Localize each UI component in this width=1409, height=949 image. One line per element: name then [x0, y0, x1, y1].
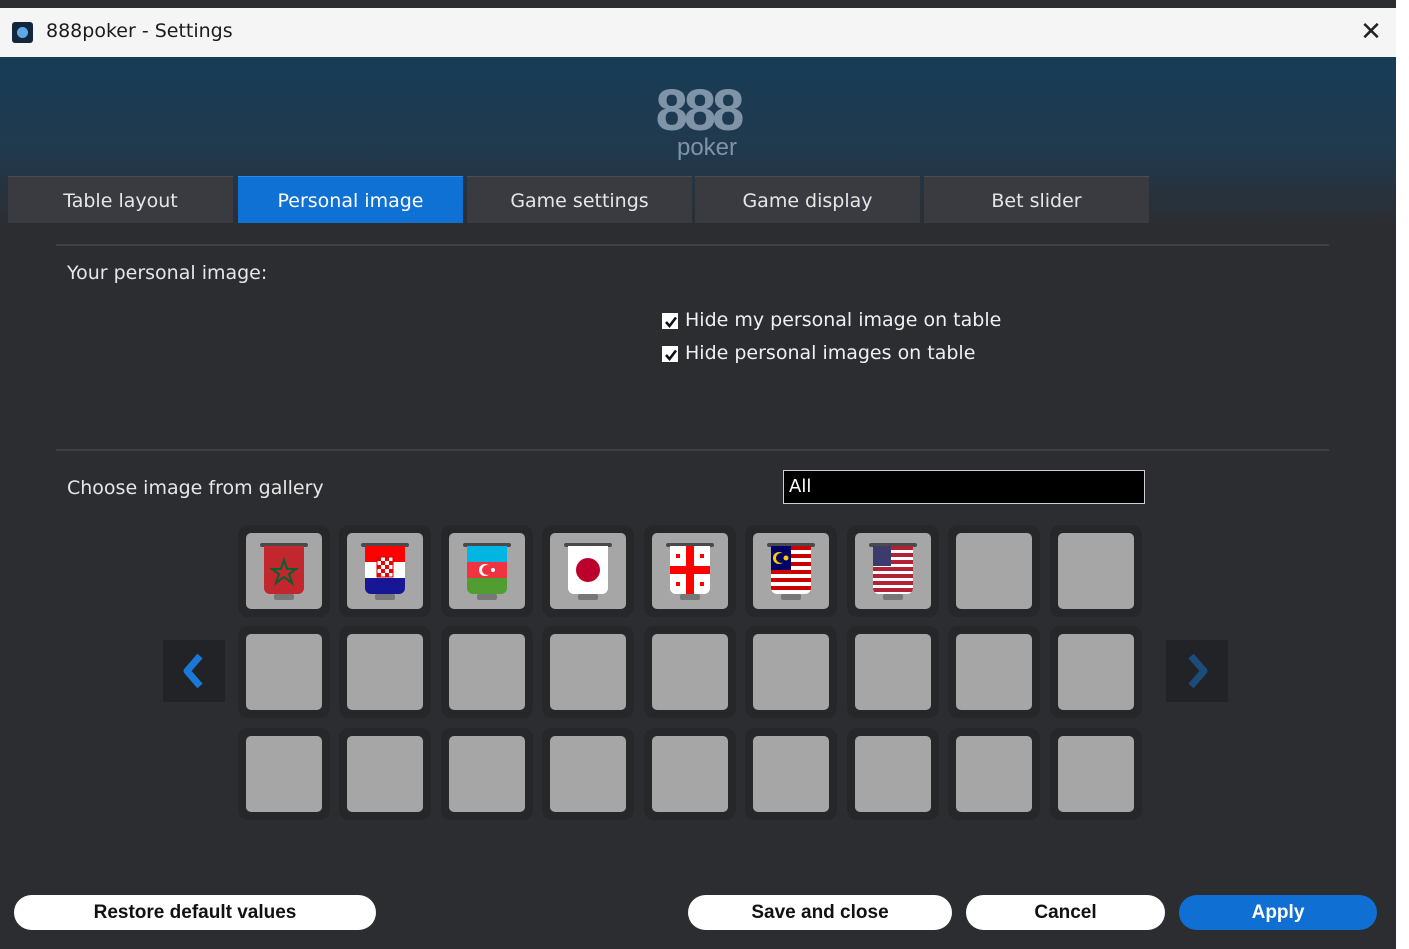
divider [56, 449, 1329, 451]
gallery-cell [948, 525, 1040, 617]
empty-image-slot[interactable] [347, 634, 423, 710]
gallery-cell [745, 728, 837, 820]
tab-game-display[interactable]: Game display [695, 176, 920, 223]
georgia-flag-image[interactable] [652, 533, 728, 609]
gallery-cell [847, 525, 939, 617]
croatia-flag-image[interactable] [347, 533, 423, 609]
empty-image-slot[interactable] [956, 533, 1032, 609]
gallery-cell [948, 626, 1040, 718]
empty-image-slot[interactable] [449, 634, 525, 710]
usa-flag-image[interactable] [855, 533, 931, 609]
empty-image-slot[interactable] [246, 634, 322, 710]
empty-image-slot[interactable] [652, 736, 728, 812]
gallery-cell [441, 626, 533, 718]
close-icon[interactable]: ✕ [1356, 15, 1386, 49]
settings-window: 888poker - Settings ✕ 888 poker Table la… [0, 0, 1396, 949]
gallery-cell [1050, 728, 1142, 820]
gallery-cell [948, 728, 1040, 820]
gallery-cell [441, 728, 533, 820]
gallery-cell [644, 728, 736, 820]
empty-image-slot[interactable] [855, 736, 931, 812]
tab-bet-slider[interactable]: Bet slider [924, 176, 1149, 223]
gallery-cell [542, 728, 634, 820]
hide-my-image-checkbox[interactable] [662, 313, 678, 329]
empty-image-slot[interactable] [652, 634, 728, 710]
personal-image-heading: Your personal image: [67, 262, 268, 284]
tab-table-layout[interactable]: Table layout [8, 176, 233, 223]
save-and-close-button[interactable]: Save and close [688, 895, 952, 930]
gallery-cell [745, 626, 837, 718]
gallery-cell [441, 525, 533, 617]
gallery-cell [238, 525, 330, 617]
empty-image-slot[interactable] [1058, 634, 1134, 710]
empty-image-slot[interactable] [550, 736, 626, 812]
empty-image-slot[interactable] [246, 736, 322, 812]
empty-image-slot[interactable] [1058, 736, 1134, 812]
empty-image-slot[interactable] [1058, 533, 1134, 609]
gallery-cell [644, 626, 736, 718]
empty-image-slot[interactable] [855, 634, 931, 710]
hide-all-images-checkbox[interactable] [662, 346, 678, 362]
japan-flag-image[interactable] [550, 533, 626, 609]
gallery-filter-select[interactable]: All [783, 470, 1145, 504]
empty-image-slot[interactable] [550, 634, 626, 710]
empty-image-slot[interactable] [753, 736, 829, 812]
gallery-cell [339, 626, 431, 718]
gallery-cell [745, 525, 837, 617]
gallery-label: Choose image from gallery [67, 477, 324, 499]
window-title: 888poker - Settings [46, 20, 233, 42]
morocco-flag-image[interactable] [246, 533, 322, 609]
gallery-cell [238, 728, 330, 820]
apply-button[interactable]: Apply [1179, 895, 1377, 930]
logo-888: 888 [655, 78, 745, 143]
cancel-button[interactable]: Cancel [966, 895, 1165, 930]
gallery-cell [542, 626, 634, 718]
gallery-cell [847, 728, 939, 820]
gallery-cell [644, 525, 736, 617]
empty-image-slot[interactable] [753, 634, 829, 710]
restore-defaults-button[interactable]: Restore default values [14, 895, 376, 930]
azerbaijan-flag-image[interactable] [449, 533, 525, 609]
hide-my-image-label: Hide my personal image on table [685, 309, 1002, 331]
gallery-cell [1050, 626, 1142, 718]
hide-all-images-label: Hide personal images on table [685, 342, 976, 364]
empty-image-slot[interactable] [956, 736, 1032, 812]
chevron-right-icon [1188, 653, 1208, 689]
gallery-prev-button[interactable] [163, 640, 225, 702]
title-bar: 888poker - Settings ✕ [0, 8, 1396, 57]
empty-image-slot[interactable] [347, 736, 423, 812]
gallery-cell [238, 626, 330, 718]
logo-poker: poker [676, 134, 738, 161]
gallery-next-button[interactable] [1166, 640, 1228, 702]
gallery-cell [847, 626, 939, 718]
chevron-left-icon [183, 653, 203, 689]
tab-game-settings[interactable]: Game settings [467, 176, 692, 223]
gallery-cell [339, 525, 431, 617]
app-icon [12, 22, 33, 43]
empty-image-slot[interactable] [449, 736, 525, 812]
gallery-cell [339, 728, 431, 820]
malaysia-flag-image[interactable] [753, 533, 829, 609]
gallery-cell [542, 525, 634, 617]
empty-image-slot[interactable] [956, 634, 1032, 710]
gallery-cell [1050, 525, 1142, 617]
tab-personal-image[interactable]: Personal image [238, 176, 463, 223]
divider [56, 244, 1329, 246]
